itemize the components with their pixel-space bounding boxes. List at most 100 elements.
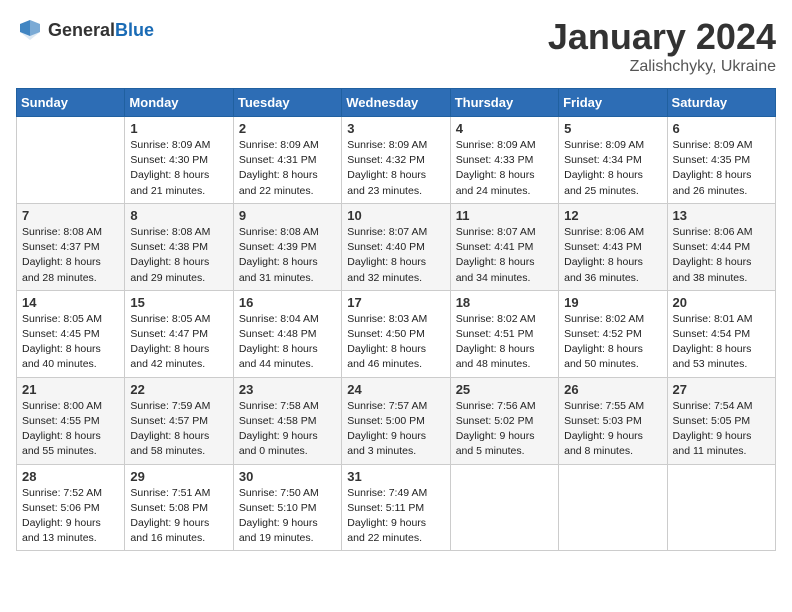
- week-row-0: 1 Sunrise: 8:09 AM Sunset: 4:30 PM Daylig…: [17, 117, 776, 204]
- day-number: 24: [347, 382, 444, 397]
- week-row-2: 14 Sunrise: 8:05 AM Sunset: 4:45 PM Dayli…: [17, 290, 776, 377]
- month-title: January 2024: [548, 16, 776, 58]
- day-number: 28: [22, 469, 119, 484]
- day-cell: 3Sunrise: 8:09 AM Sunset: 4:32 PM Daylig…: [342, 117, 450, 204]
- day-number: 29: [130, 469, 227, 484]
- day-cell: 22Sunrise: 7:59 AM Sunset: 4:57 PM Dayli…: [125, 377, 233, 464]
- week-row-1: 7 Sunrise: 8:08 AM Sunset: 4:37 PM Daylig…: [17, 203, 776, 290]
- day-number: 6: [673, 121, 770, 136]
- day-number: 17: [347, 295, 444, 310]
- weekday-sunday: Sunday: [17, 89, 125, 117]
- day-number: 25: [456, 382, 553, 397]
- weekday-monday: Monday: [125, 89, 233, 117]
- day-info: Sunrise: 8:08 AM Sunset: 4:39 PM Dayligh…: [239, 225, 336, 286]
- day-cell: 17 Sunrise: 8:03 AM Sunset: 4:50 PM Dayli…: [342, 290, 450, 377]
- day-info: Sunrise: 7:49 AM Sunset: 5:11 PM Dayligh…: [347, 486, 444, 547]
- day-cell: 15 Sunrise: 8:05 AM Sunset: 4:47 PM Dayli…: [125, 290, 233, 377]
- day-info: Sunrise: 7:56 AM Sunset: 5:02 PM Dayligh…: [456, 399, 553, 460]
- day-info: Sunrise: 8:09 AM Sunset: 4:30 PM Dayligh…: [130, 138, 227, 199]
- day-number: 27: [673, 382, 770, 397]
- location: Zalishchyky, Ukraine: [548, 58, 776, 76]
- day-info: Sunrise: 8:02 AM Sunset: 4:51 PM Dayligh…: [456, 312, 553, 373]
- day-cell: 30 Sunrise: 7:50 AM Sunset: 5:10 PM Dayli…: [233, 464, 341, 551]
- day-number: 8: [130, 208, 227, 223]
- day-cell: 20 Sunrise: 8:01 AM Sunset: 4:54 PM Dayli…: [667, 290, 775, 377]
- day-number: 18: [456, 295, 553, 310]
- weekday-friday: Friday: [559, 89, 667, 117]
- day-number: 4: [456, 121, 553, 136]
- day-number: 21: [22, 382, 119, 397]
- logo-icon: [16, 16, 44, 44]
- page-header: GeneralBlue January 2024 Zalishchyky, Uk…: [16, 16, 776, 76]
- day-info: Sunrise: 8:07 AM Sunset: 4:40 PM Dayligh…: [347, 225, 444, 286]
- day-cell: 8 Sunrise: 8:08 AM Sunset: 4:38 PM Daylig…: [125, 203, 233, 290]
- day-info: Sunrise: 8:01 AM Sunset: 4:54 PM Dayligh…: [673, 312, 770, 373]
- day-info: Sunrise: 7:55 AM Sunset: 5:03 PM Dayligh…: [564, 399, 661, 460]
- day-cell: 9 Sunrise: 8:08 AM Sunset: 4:39 PM Daylig…: [233, 203, 341, 290]
- day-cell: 13 Sunrise: 8:06 AM Sunset: 4:44 PM Dayli…: [667, 203, 775, 290]
- day-info: Sunrise: 7:57 AM Sunset: 5:00 PM Dayligh…: [347, 399, 444, 460]
- day-info: Sunrise: 8:06 AM Sunset: 4:43 PM Dayligh…: [564, 225, 661, 286]
- day-cell: 2 Sunrise: 8:09 AM Sunset: 4:31 PM Daylig…: [233, 117, 341, 204]
- day-cell: 21 Sunrise: 8:00 AM Sunset: 4:55 PM Dayli…: [17, 377, 125, 464]
- day-info: Sunrise: 8:08 AM Sunset: 4:37 PM Dayligh…: [22, 225, 119, 286]
- day-cell: 18 Sunrise: 8:02 AM Sunset: 4:51 PM Dayli…: [450, 290, 558, 377]
- day-cell: [667, 464, 775, 551]
- day-number: 11: [456, 208, 553, 223]
- day-info: Sunrise: 8:09 AM Sunset: 4:32 PM Dayligh…: [347, 138, 444, 199]
- day-cell: 1 Sunrise: 8:09 AM Sunset: 4:30 PM Daylig…: [125, 117, 233, 204]
- day-cell: 11 Sunrise: 8:07 AM Sunset: 4:41 PM Dayli…: [450, 203, 558, 290]
- day-number: 2: [239, 121, 336, 136]
- day-number: 15: [130, 295, 227, 310]
- day-info: Sunrise: 7:54 AM Sunset: 5:05 PM Dayligh…: [673, 399, 770, 460]
- day-cell: 6 Sunrise: 8:09 AM Sunset: 4:35 PM Daylig…: [667, 117, 775, 204]
- day-cell: [450, 464, 558, 551]
- day-info: Sunrise: 8:03 AM Sunset: 4:50 PM Dayligh…: [347, 312, 444, 373]
- day-number: 14: [22, 295, 119, 310]
- day-info: Sunrise: 8:09 AM Sunset: 4:35 PM Dayligh…: [673, 138, 770, 199]
- day-cell: 27 Sunrise: 7:54 AM Sunset: 5:05 PM Dayli…: [667, 377, 775, 464]
- day-number: 19: [564, 295, 661, 310]
- day-number: 9: [239, 208, 336, 223]
- day-cell: 28Sunrise: 7:52 AM Sunset: 5:06 PM Dayli…: [17, 464, 125, 551]
- day-info: Sunrise: 8:00 AM Sunset: 4:55 PM Dayligh…: [22, 399, 119, 460]
- weekday-header-row: SundayMondayTuesdayWednesdayThursdayFrid…: [17, 89, 776, 117]
- week-row-4: 28Sunrise: 7:52 AM Sunset: 5:06 PM Dayli…: [17, 464, 776, 551]
- day-cell: [559, 464, 667, 551]
- day-info: Sunrise: 8:07 AM Sunset: 4:41 PM Dayligh…: [456, 225, 553, 286]
- weekday-tuesday: Tuesday: [233, 89, 341, 117]
- day-info: Sunrise: 8:04 AM Sunset: 4:48 PM Dayligh…: [239, 312, 336, 373]
- day-number: 30: [239, 469, 336, 484]
- weekday-thursday: Thursday: [450, 89, 558, 117]
- day-number: 13: [673, 208, 770, 223]
- day-cell: 4 Sunrise: 8:09 AM Sunset: 4:33 PM Daylig…: [450, 117, 558, 204]
- day-cell: 12Sunrise: 8:06 AM Sunset: 4:43 PM Dayli…: [559, 203, 667, 290]
- day-number: 10: [347, 208, 444, 223]
- day-info: Sunrise: 8:09 AM Sunset: 4:33 PM Dayligh…: [456, 138, 553, 199]
- day-info: Sunrise: 8:08 AM Sunset: 4:38 PM Dayligh…: [130, 225, 227, 286]
- weekday-saturday: Saturday: [667, 89, 775, 117]
- week-row-3: 21 Sunrise: 8:00 AM Sunset: 4:55 PM Dayli…: [17, 377, 776, 464]
- day-info: Sunrise: 7:51 AM Sunset: 5:08 PM Dayligh…: [130, 486, 227, 547]
- day-cell: 14 Sunrise: 8:05 AM Sunset: 4:45 PM Dayli…: [17, 290, 125, 377]
- day-number: 16: [239, 295, 336, 310]
- day-info: Sunrise: 8:05 AM Sunset: 4:47 PM Dayligh…: [130, 312, 227, 373]
- day-info: Sunrise: 8:09 AM Sunset: 4:31 PM Dayligh…: [239, 138, 336, 199]
- day-cell: 16 Sunrise: 8:04 AM Sunset: 4:48 PM Dayli…: [233, 290, 341, 377]
- day-cell: 26Sunrise: 7:55 AM Sunset: 5:03 PM Dayli…: [559, 377, 667, 464]
- day-number: 31: [347, 469, 444, 484]
- day-info: Sunrise: 7:50 AM Sunset: 5:10 PM Dayligh…: [239, 486, 336, 547]
- day-number: 20: [673, 295, 770, 310]
- day-info: Sunrise: 8:05 AM Sunset: 4:45 PM Dayligh…: [22, 312, 119, 373]
- day-info: Sunrise: 8:06 AM Sunset: 4:44 PM Dayligh…: [673, 225, 770, 286]
- day-cell: 10 Sunrise: 8:07 AM Sunset: 4:40 PM Dayli…: [342, 203, 450, 290]
- day-cell: 31 Sunrise: 7:49 AM Sunset: 5:11 PM Dayli…: [342, 464, 450, 551]
- day-info: Sunrise: 7:59 AM Sunset: 4:57 PM Dayligh…: [130, 399, 227, 460]
- day-cell: 29 Sunrise: 7:51 AM Sunset: 5:08 PM Dayli…: [125, 464, 233, 551]
- logo: GeneralBlue: [16, 16, 154, 44]
- logo-text: GeneralBlue: [48, 20, 154, 41]
- day-number: 1: [130, 121, 227, 136]
- day-number: 7: [22, 208, 119, 223]
- day-cell: 24 Sunrise: 7:57 AM Sunset: 5:00 PM Dayli…: [342, 377, 450, 464]
- day-info: Sunrise: 8:09 AM Sunset: 4:34 PM Dayligh…: [564, 138, 661, 199]
